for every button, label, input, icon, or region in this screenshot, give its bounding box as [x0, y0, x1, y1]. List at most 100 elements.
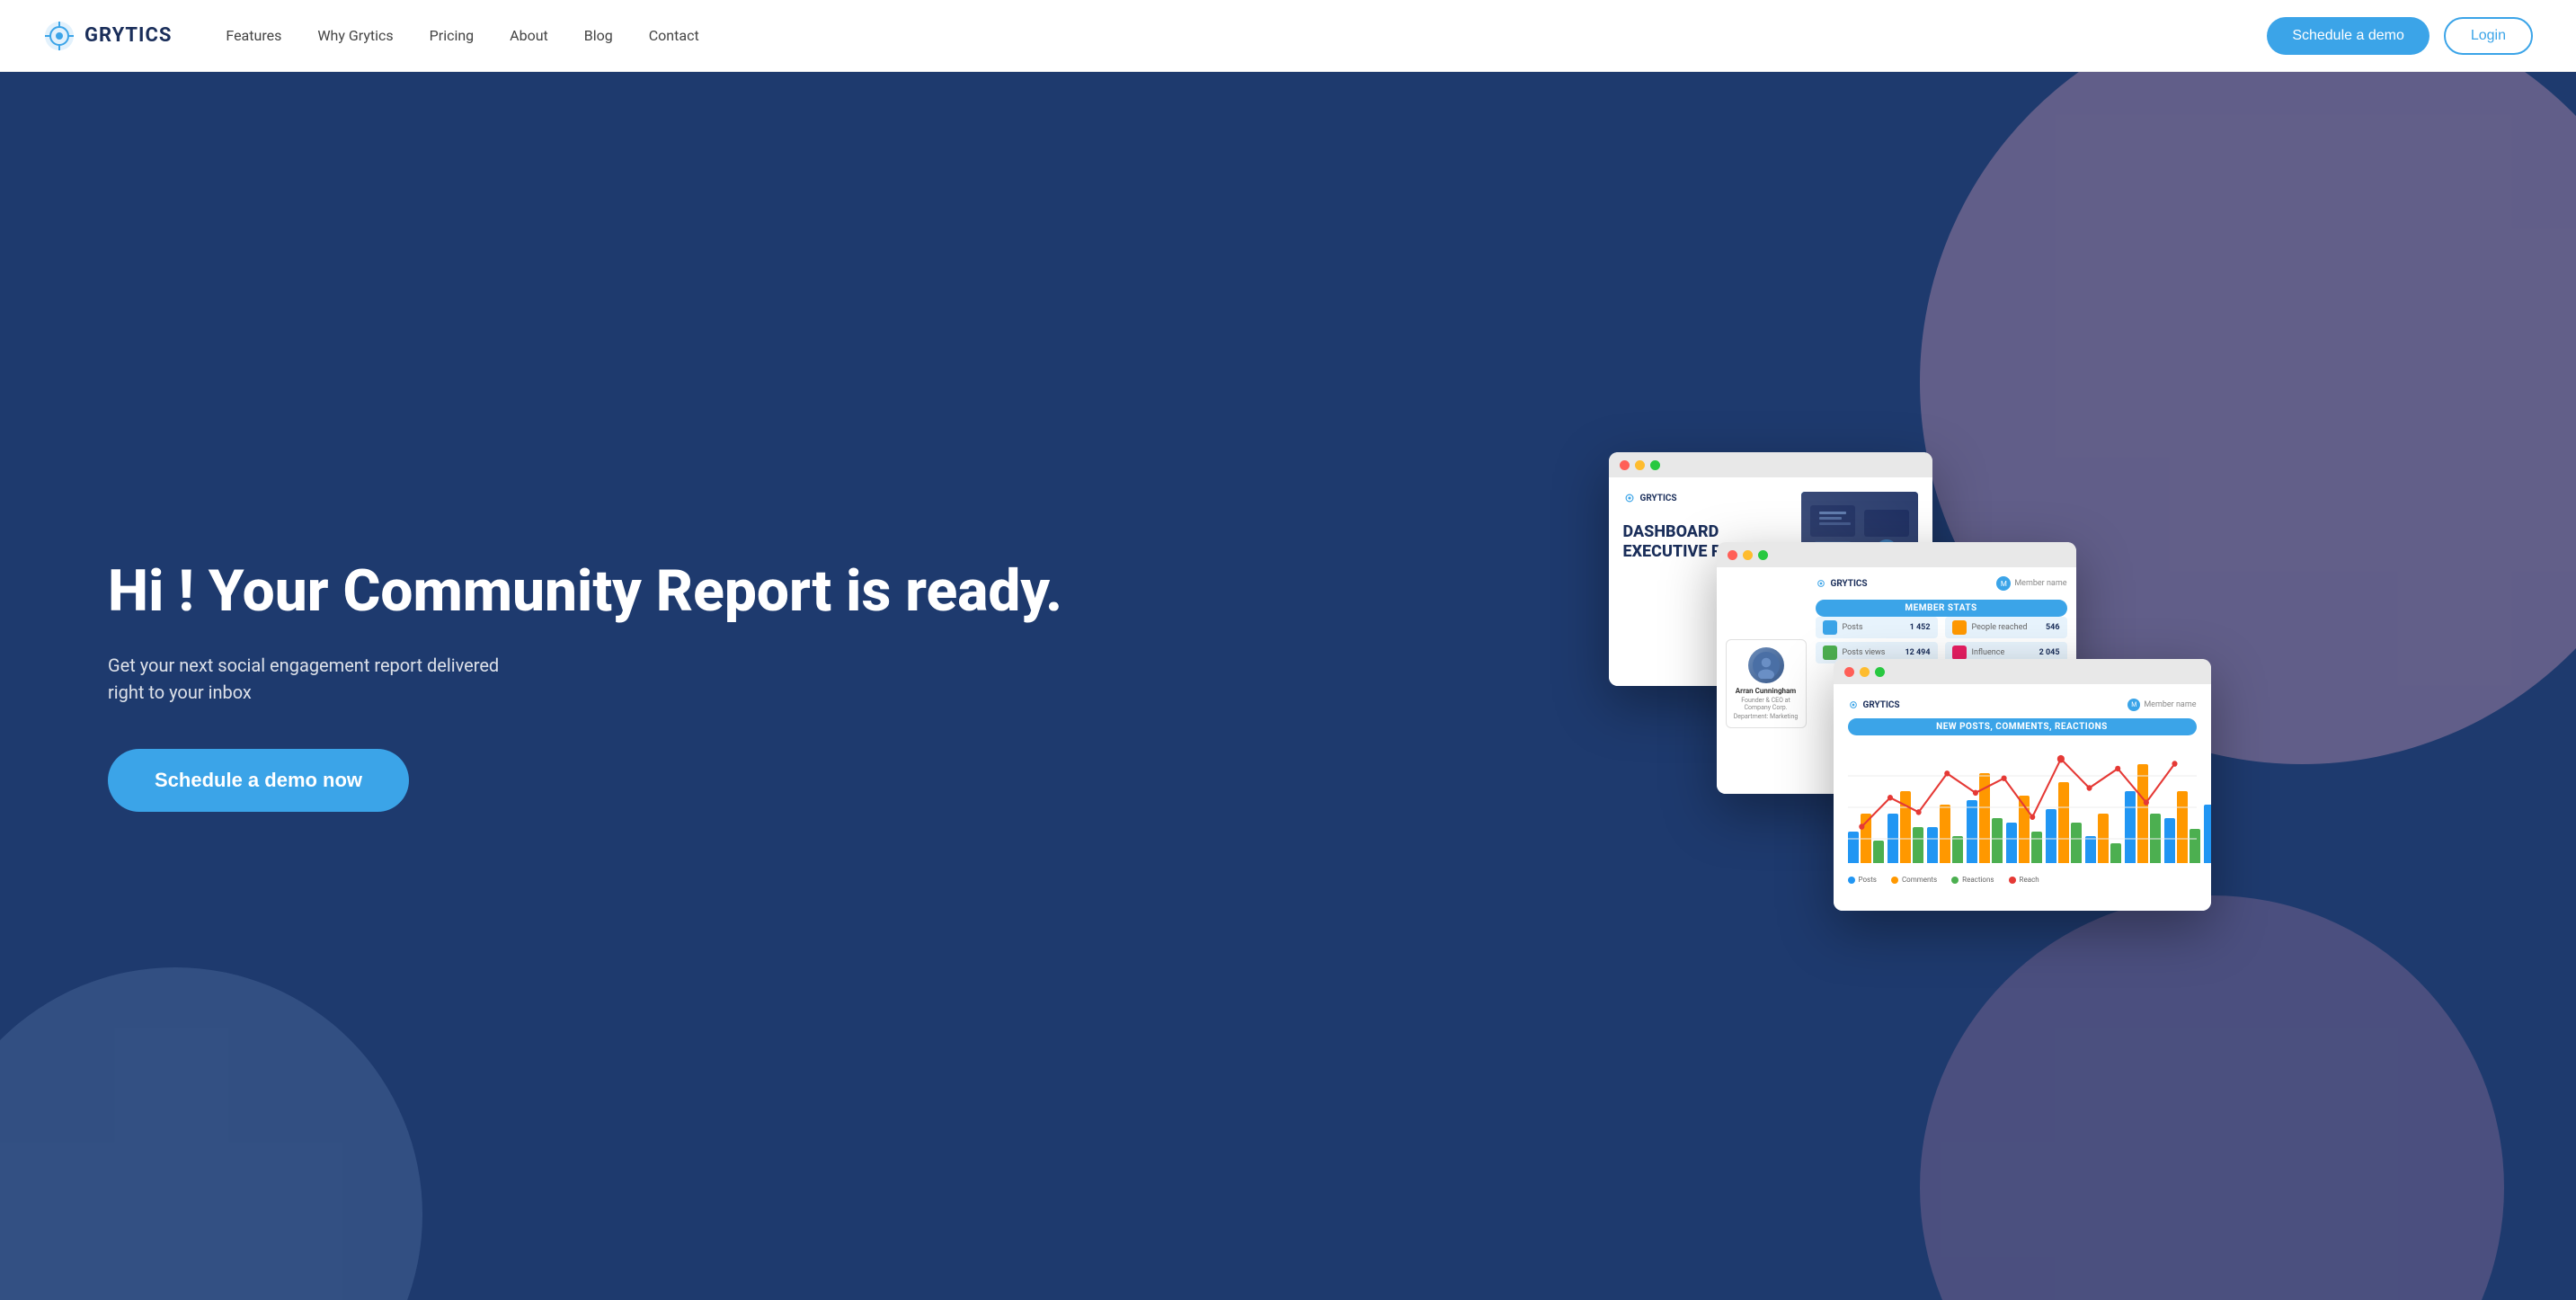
bar-9-orange [2177, 791, 2188, 863]
bar-group-7 [2085, 814, 2121, 863]
hero-subtitle: Get your next social engagement report d… [108, 652, 539, 706]
bar-7-blue [2085, 836, 2096, 863]
win2-views-value: 12 494 [1905, 648, 1930, 657]
win3-header-bar: GRYTICS M Member name [1848, 699, 2197, 711]
win3-chart-badge: NEW POSTS, COMMENTS, REACTIONS [1848, 718, 2197, 735]
legend-item-reach: Reach [2009, 876, 2039, 884]
nav-features[interactable]: Features [226, 27, 281, 44]
win2-member-card-dept: Department: Marketing [1734, 713, 1799, 720]
nav-pricing[interactable]: Pricing [430, 27, 475, 44]
nav-about[interactable]: About [510, 27, 548, 44]
bar-5-green [2031, 832, 2042, 863]
win3-content: GRYTICS M Member name NEW POSTS, COMMENT… [1834, 684, 2211, 911]
legend-dot-reach [2009, 877, 2016, 884]
win2-posts-value: 1 452 [1910, 623, 1931, 632]
bar-9-blue [2164, 818, 2175, 863]
hero-left: Hi ! Your Community Report is ready. Get… [0, 72, 1288, 1300]
legend-label-comments: Comments [1902, 876, 1937, 884]
win2-avatar: M [1996, 576, 2011, 591]
legend-label-reactions: Reactions [1962, 876, 1994, 884]
bar-group-5 [2006, 796, 2042, 863]
win2-member-name-text: Member name [2014, 579, 2066, 588]
bar-3-orange [1940, 805, 1950, 863]
nav-blog[interactable]: Blog [584, 27, 613, 44]
win2-people-value: 546 [2046, 623, 2060, 632]
bar-2-orange [1900, 791, 1911, 863]
win1-dot-green [1650, 460, 1660, 470]
bar-10-blue [2204, 805, 2211, 863]
legend-dot-comments [1891, 877, 1898, 884]
win2-member-card-name: Arran Cunningham [1734, 687, 1799, 695]
hero-title: Hi ! Your Community Report is ready. [108, 560, 1234, 623]
win2-logo: GRYTICS [1816, 578, 1868, 589]
win3-logo-text: GRYTICS [1863, 700, 1900, 710]
schedule-demo-button[interactable]: Schedule a demo [2267, 17, 2429, 55]
bar-6-green [2071, 823, 2082, 863]
legend-item-comments: Comments [1891, 876, 1937, 884]
win2-dot-green [1758, 550, 1768, 560]
bar-1-orange [1861, 814, 1871, 863]
win3-dot-red [1844, 667, 1854, 677]
logo-link[interactable]: GRYTICS [43, 20, 172, 52]
bar-2-blue [1888, 814, 1898, 863]
bar-group-1 [1848, 814, 1884, 863]
win2-logo-text: GRYTICS [1831, 579, 1868, 589]
win3-logo-icon [1848, 699, 1859, 710]
win2-views-icon [1823, 646, 1837, 660]
new-posts-window: GRYTICS M Member name NEW POSTS, COMMENT… [1834, 659, 2211, 911]
bar-group-9 [2164, 791, 2200, 863]
win2-dot-red [1728, 550, 1737, 560]
bar-6-blue [2046, 809, 2056, 863]
bar-7-green [2110, 843, 2121, 863]
win2-influence-label: Influence [1972, 648, 2034, 657]
bar-4-orange [1979, 773, 1990, 863]
login-button[interactable]: Login [2444, 17, 2533, 55]
bar-6-orange [2058, 782, 2069, 863]
win2-member-avatar-icon [1753, 652, 1780, 679]
legend-item-posts: Posts [1848, 876, 1877, 884]
hero-cta-button[interactable]: Schedule a demo now [108, 749, 409, 812]
bar-group-6 [2046, 782, 2082, 863]
win1-titlebar [1609, 452, 1932, 477]
legend-label-posts: Posts [1859, 876, 1877, 884]
logo-text: GRYTICS [84, 24, 172, 47]
win2-posts-stat: Posts 1 452 [1816, 617, 1938, 638]
win3-avatar: M [2127, 699, 2140, 711]
win2-posts-icon [1823, 620, 1837, 635]
nav-contact[interactable]: Contact [649, 27, 699, 44]
grytics-logo-icon [43, 20, 76, 52]
win3-chart-legend: Posts Comments Reactions Reach [1848, 876, 2197, 884]
win3-logo: GRYTICS [1848, 699, 1900, 710]
win3-member-name-text: Member name [2144, 700, 2196, 709]
hero-section: Hi ! Your Community Report is ready. Get… [0, 72, 2576, 1300]
win2-dot-yellow [1743, 550, 1753, 560]
bar-5-orange [2019, 796, 2030, 863]
bar-5-blue [2006, 823, 2017, 863]
bar-group-8 [2125, 764, 2161, 863]
win2-member-card-role: Founder & CEO at Company Corp. [1734, 697, 1799, 711]
win2-influence-value: 2 045 [2039, 648, 2060, 657]
bar-8-orange [2137, 764, 2148, 863]
bar-4-green [1992, 818, 2003, 863]
hero-right: GRYTICS DASHBOARD EXECUTIVE REPORT [1288, 72, 2576, 1300]
bar-group-2 [1888, 791, 1923, 863]
win2-people-reached-stat: People reached 546 [1945, 617, 2067, 638]
bar-3-green [1952, 836, 1963, 863]
legend-item-reactions: Reactions [1951, 876, 1994, 884]
bar-7-orange [2098, 814, 2109, 863]
win3-chart-area [1848, 744, 2197, 870]
nav-why-grytics[interactable]: Why Grytics [317, 27, 393, 44]
nav-links: Features Why Grytics Pricing About Blog … [226, 27, 2267, 44]
bar-4-blue [1967, 800, 1977, 863]
win1-logo-text: GRYTICS [1640, 494, 1677, 503]
bar-group-4 [1967, 773, 2003, 863]
bar-3-blue [1927, 827, 1938, 863]
win2-views-label: Posts views [1843, 648, 1900, 657]
win2-member-avatar [1748, 647, 1784, 683]
bar-1-blue [1848, 832, 1859, 863]
win2-logo-icon [1816, 578, 1826, 589]
bar-9-green [2190, 829, 2200, 863]
legend-dot-reactions [1951, 877, 1959, 884]
legend-dot-posts [1848, 877, 1855, 884]
bar-1-green [1873, 841, 1884, 863]
